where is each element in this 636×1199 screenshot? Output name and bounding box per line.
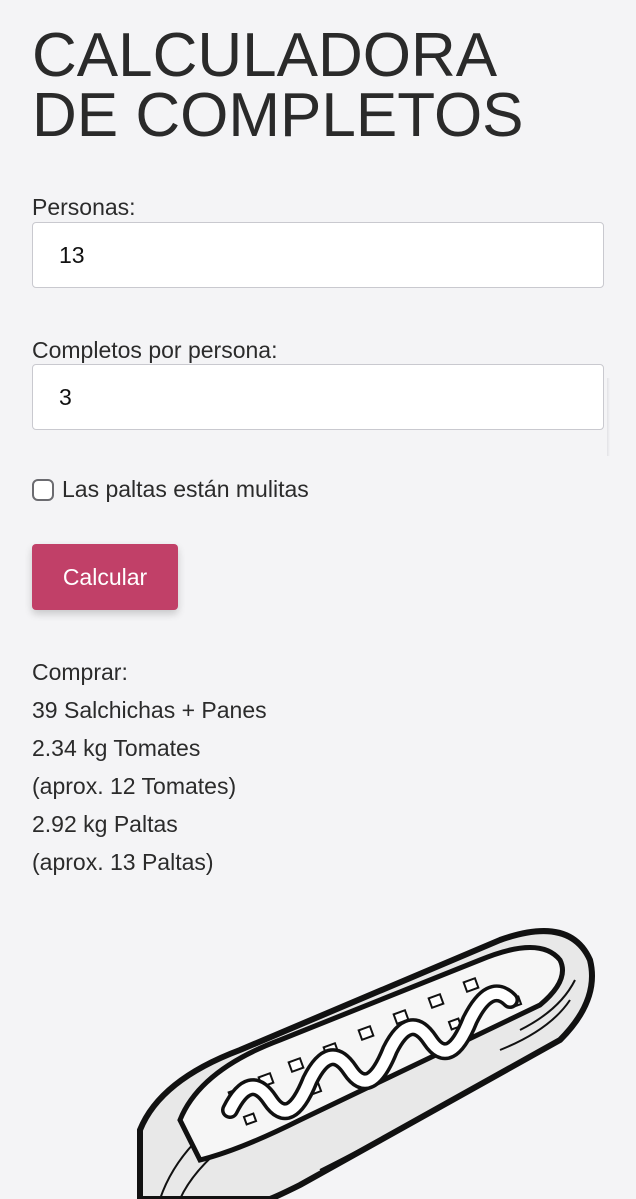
avocado-checkbox-row[interactable]: Las paltas están mulitas	[32, 476, 309, 503]
personas-label: Personas:	[32, 194, 136, 220]
personas-input[interactable]	[32, 222, 604, 288]
scrollbar-shadow	[607, 378, 610, 456]
completos-per-person-input[interactable]	[32, 364, 604, 430]
hotdog-illustration	[137, 928, 595, 1199]
page-title: CALCULADORA DE COMPLETOS	[32, 0, 604, 150]
result-line: 39 Salchichas + Panes	[32, 697, 267, 723]
calculate-button[interactable]: Calcular	[32, 544, 178, 610]
page-title-line-2: DE COMPLETOS	[32, 81, 524, 150]
avocado-checkbox[interactable]	[32, 478, 54, 501]
result-line: (aprox. 13 Paltas)	[32, 849, 214, 875]
avocado-checkbox-label[interactable]: Las paltas están mulitas	[62, 476, 309, 503]
calculator-page: CALCULADORA DE COMPLETOS Personas: Compl…	[32, 0, 604, 875]
result-line: (aprox. 12 Tomates)	[32, 773, 237, 799]
page-title-line-1: CALCULADORA	[32, 21, 498, 90]
results-heading: Comprar:	[32, 659, 128, 685]
completos-per-person-label: Completos por persona:	[32, 337, 278, 363]
result-line: 2.34 kg Tomates	[32, 735, 201, 761]
results-panel: Comprar: 39 Salchichas + Panes 2.34 kg T…	[32, 653, 267, 881]
result-line: 2.92 kg Paltas	[32, 811, 178, 837]
